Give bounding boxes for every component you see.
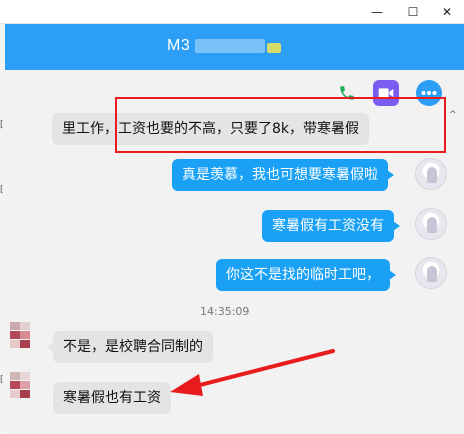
annotation-arrow — [170, 349, 335, 396]
